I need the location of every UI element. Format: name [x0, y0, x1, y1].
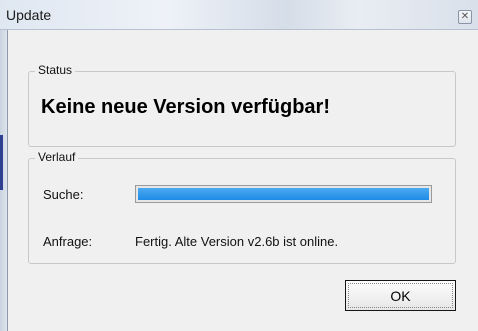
- verlauf-group: Verlauf Suche: Anfrage: Fertig. Alte Ver…: [28, 150, 456, 264]
- verlauf-group-label: Verlauf: [35, 150, 79, 164]
- status-group-label: Status: [35, 63, 76, 77]
- window-title: Update: [6, 7, 52, 23]
- title-bar[interactable]: Update ✕: [0, 0, 478, 30]
- background-window-accent: [0, 135, 3, 190]
- status-group: Status Keine neue Version verfügbar!: [28, 63, 456, 147]
- search-label: Suche:: [43, 187, 84, 202]
- ok-button[interactable]: OK: [345, 280, 456, 311]
- update-dialog: Update ✕ Status Keine neue Version verfü…: [0, 0, 478, 331]
- request-label: Anfrage:: [43, 234, 93, 249]
- close-button[interactable]: ✕: [458, 10, 472, 24]
- request-value: Fertig. Alte Version v2.6b ist online.: [135, 234, 339, 249]
- close-icon: ✕: [460, 11, 470, 22]
- search-progress-fill: [138, 188, 429, 200]
- status-message: Keine neue Version verfügbar!: [41, 96, 330, 118]
- search-progress-bar: [135, 185, 432, 203]
